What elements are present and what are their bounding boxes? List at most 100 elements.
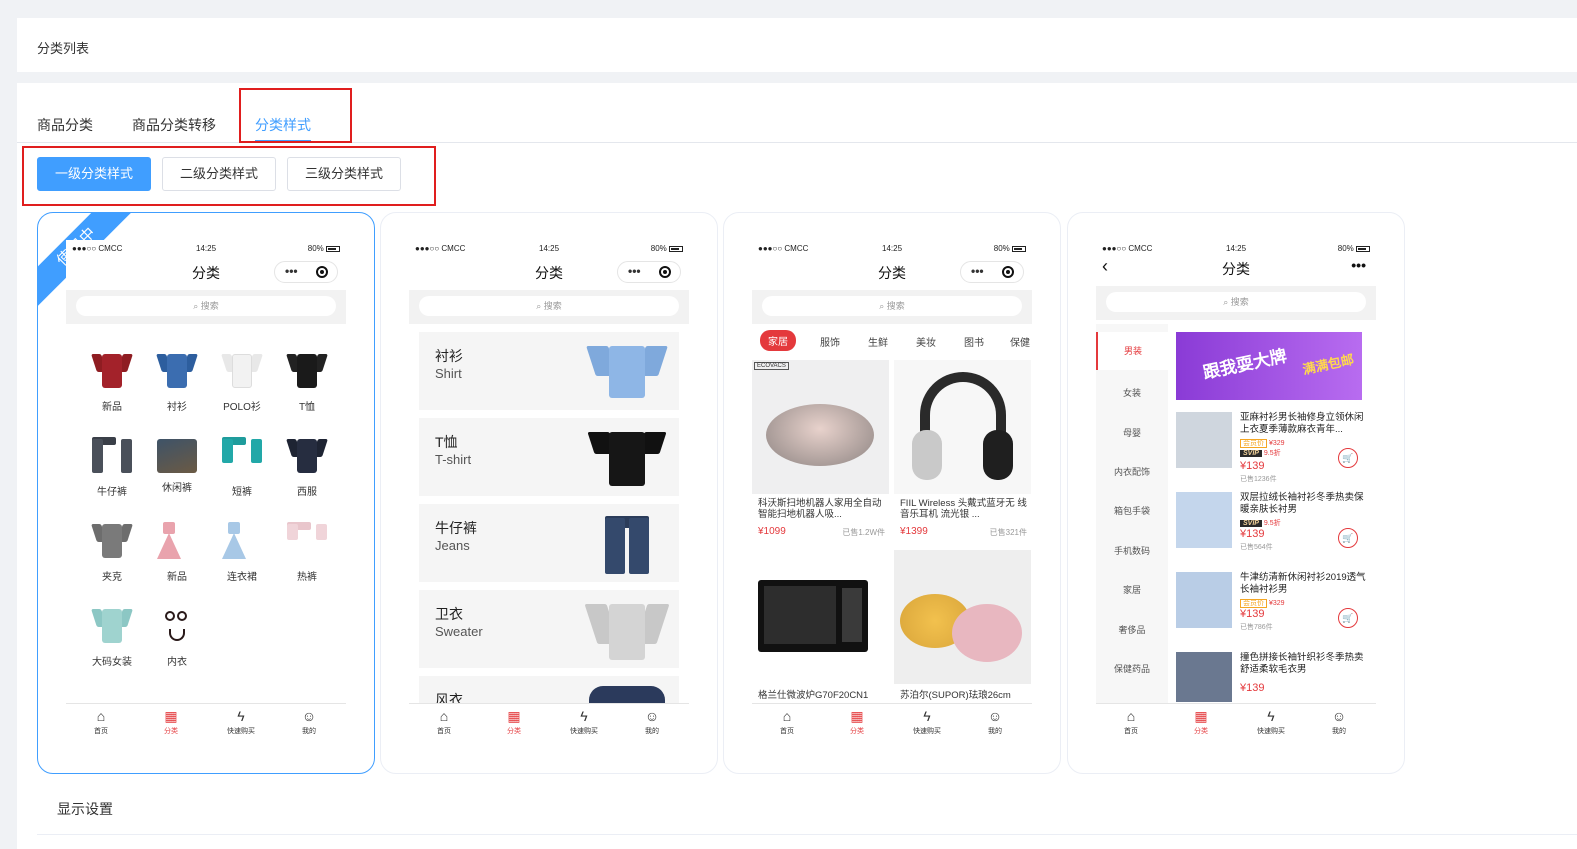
category-sidebar: 男装 女装 母婴 内衣配饰 箱包手袋 手机数码 家居 奢侈品 保健药品 生鲜: [1096, 324, 1168, 713]
category-tab: 生鲜: [868, 338, 888, 349]
product-card: FIIL Wireless 头戴式蓝牙无 线音乐耳机 流光银 ... ¥1399…: [894, 360, 1031, 546]
search-input: ⌕ 搜索: [419, 296, 679, 316]
phone-tabbar: ⌂ 首页 ▦ 分类 ϟ 快速购买 ☺ 我的: [1096, 703, 1376, 740]
search-area: ⌕ 搜索: [1096, 286, 1376, 320]
product-image: [1176, 412, 1232, 468]
phone-preview: ●●●○○ CMCC 14:25 80% 分类 ••• ⌕ 搜索 衬衫 Shirt…: [409, 240, 689, 740]
display-settings-heading: 显示设置: [57, 801, 113, 817]
category-tab: 服饰: [820, 338, 840, 349]
grid-item: 连衣裙: [214, 520, 270, 583]
plus-size-image: [91, 605, 133, 647]
phone-nav: 分类 •••: [752, 258, 1032, 284]
robot-vacuum-image: ECOVACS: [752, 360, 889, 494]
page-title: 分类列表: [37, 41, 90, 56]
tab-category-transfer[interactable]: 商品分类转移: [132, 115, 216, 135]
category-icon: ▦: [1194, 708, 1208, 724]
user-icon: ☺: [987, 708, 1003, 724]
battery-icon: [1012, 245, 1026, 252]
grid-item: 夹克: [84, 520, 140, 583]
phone-preview: ●●●○○ CMCC 14:25 80% ‹ 分类 ••• ⌕ 搜索 男装 女装…: [1096, 240, 1376, 740]
jeans-image: [92, 435, 132, 477]
more-icon: •••: [1351, 257, 1366, 273]
grid-item: 大码女装: [84, 605, 140, 668]
sidebar-category: 保健药品: [1113, 664, 1150, 674]
more-icon: •••: [285, 264, 298, 278]
sidebar-category: 母婴: [1122, 428, 1141, 438]
suit-image: [286, 435, 328, 477]
level3-style-button[interactable]: 三级分类样式: [287, 157, 401, 191]
shirt-image: [586, 342, 668, 400]
grid-item: 衬衫: [149, 350, 205, 413]
style-card-level1[interactable]: 使用中 ●●●○○ CMCC 14:25 80% 分类 ••• ⌕ 搜索 新品: [37, 212, 375, 774]
shirt-blue-image: [156, 350, 198, 392]
search-area: ⌕ 搜索: [409, 290, 689, 324]
battery-icon: [1356, 245, 1370, 252]
promo-banner: 跟我耍大牌 满满包邮: [1176, 332, 1362, 400]
grid-item: 西服: [279, 435, 335, 498]
cart-icon[interactable]: 🛒: [1338, 608, 1358, 628]
phone-nav: 分类 •••: [409, 258, 689, 284]
list-item: 卫衣 Sweater: [419, 590, 679, 668]
phone-title: 分类: [1222, 261, 1250, 277]
style-card-level4[interactable]: ●●●○○ CMCC 14:25 80% ‹ 分类 ••• ⌕ 搜索 男装 女装…: [1067, 212, 1405, 774]
phone-tabbar: ⌂ 首页 ▦ 分类 ϟ 快速购买 ☺ 我的: [66, 703, 346, 740]
style-card-level2[interactable]: ●●●○○ CMCC 14:25 80% 分类 ••• ⌕ 搜索 衬衫 Shirt…: [380, 212, 718, 774]
home-icon: ⌂: [1126, 708, 1136, 724]
blue-dress-image: [222, 520, 262, 562]
tabbar-mine: ☺ 我的: [284, 708, 334, 736]
grid-item: 热裤: [279, 520, 335, 583]
sidebar-category: 手机数码: [1113, 546, 1150, 556]
shorts-image: [222, 435, 262, 477]
carrier-label: ●●●○○ CMCC: [72, 244, 123, 253]
pink-dress-image: [157, 520, 197, 562]
phone-nav: 分类 •••: [66, 258, 346, 284]
category-tab: 家居: [760, 330, 796, 351]
cart-icon[interactable]: 🛒: [1338, 528, 1358, 548]
level1-style-button[interactable]: 一级分类样式: [37, 157, 151, 191]
status-bar: ●●●○○ CMCC 14:25 80%: [409, 242, 689, 256]
hot-pants-image: [287, 520, 327, 562]
lightning-icon: ϟ: [237, 708, 245, 724]
list-item: 衬衫 Shirt: [419, 332, 679, 410]
mini-capsule: •••: [274, 261, 338, 283]
tshirt-red-image: [91, 350, 133, 392]
tshirt-black-image: [286, 350, 328, 392]
category-icon: ▦: [507, 708, 521, 724]
sidebar-category: 女装: [1122, 388, 1141, 398]
grid-item: 新品: [149, 520, 205, 583]
sidebar-category: 奢侈品: [1118, 625, 1146, 635]
battery-icon: [326, 245, 340, 252]
sidebar-category: 男装: [1096, 332, 1168, 370]
tab-product-category[interactable]: 商品分类: [37, 115, 93, 135]
level2-style-button[interactable]: 二级分类样式: [162, 157, 276, 191]
cart-icon[interactable]: 🛒: [1338, 448, 1358, 468]
user-icon: ☺: [301, 708, 317, 724]
cookware-image: [894, 550, 1031, 684]
tabbar-quick-buy: ϟ 快速购买: [216, 708, 266, 736]
lightning-icon: ϟ: [1267, 708, 1275, 724]
microwave-image: [752, 550, 889, 684]
lingerie-image: [157, 605, 197, 647]
battery-indicator: 80%: [308, 244, 340, 253]
grid-item: 牛仔裤: [84, 435, 140, 498]
style-card-level3[interactable]: ●●●○○ CMCC 14:25 80% 分类 ••• ⌕ 搜索 家居 服饰 生…: [723, 212, 1061, 774]
jeans-image: [589, 514, 665, 574]
phone-tabbar: ⌂ 首页 ▦ 分类 ϟ 快速购买 ☺ 我的: [409, 703, 689, 740]
mini-capsule: •••: [617, 261, 681, 283]
grid-item: 新品: [84, 350, 140, 413]
close-target-icon: [316, 266, 328, 278]
tabbar-home: ⌂ 首页: [76, 708, 126, 736]
sidebar-category: 家居: [1122, 585, 1141, 595]
casual-pants-image: [157, 439, 197, 473]
grid-item: 内衣: [149, 605, 205, 668]
product-image: [1176, 652, 1232, 702]
category-icon: ▦: [164, 708, 178, 724]
sidebar-category: 箱包手袋: [1113, 506, 1150, 516]
mini-capsule: •••: [960, 261, 1024, 283]
home-icon: ⌂: [96, 708, 106, 724]
product-item: 双层拉绒长袖衬衫冬季热卖保暖亲肤长衬男 SVIP 9.5折 ¥139 已售564…: [1176, 492, 1366, 566]
tshirt-image: [587, 428, 667, 486]
divider: [37, 834, 1577, 835]
grid-item: 短裤: [214, 435, 270, 498]
search-area: ⌕ 搜索: [752, 290, 1032, 324]
